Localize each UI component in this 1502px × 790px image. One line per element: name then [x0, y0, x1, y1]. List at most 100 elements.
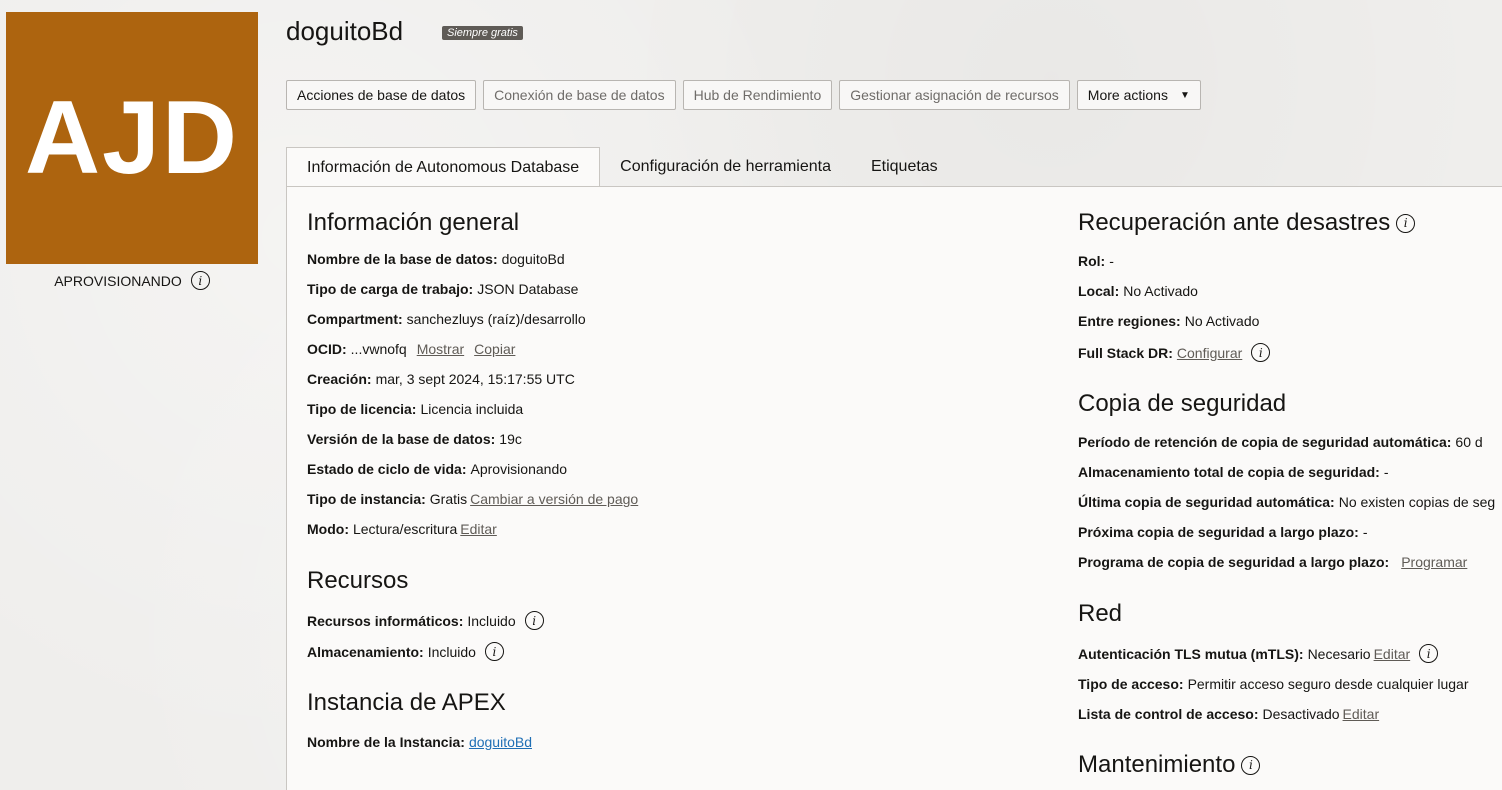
database-connection-button[interactable]: Conexión de base de datos — [483, 80, 676, 110]
lifecycle-row: Estado de ciclo de vida: Aprovisionando — [307, 461, 567, 477]
field-value: No existen copias de seg — [1338, 494, 1496, 510]
field-value: sanchezluys (raíz)/desarrollo — [406, 311, 586, 327]
database-logo: AJD — [6, 12, 258, 264]
version-row: Versión de la base de datos: 19c — [307, 431, 522, 447]
field-label: OCID: — [307, 341, 347, 357]
field-label: Autenticación TLS mutua (mTLS): — [1078, 645, 1304, 662]
field-value: Lectura/escritura — [352, 521, 458, 537]
field-value: doguitoBd — [501, 251, 565, 267]
status-label: APROVISIONANDO — [54, 272, 182, 289]
field-label: Última copia de seguridad automática: — [1078, 494, 1335, 510]
upgrade-to-paid-link[interactable]: Cambiar a versión de pago — [470, 491, 638, 507]
field-label: Programa de copia de seguridad a largo p… — [1078, 554, 1390, 570]
field-value: Licencia incluida — [420, 401, 524, 417]
info-icon[interactable]: i — [1419, 644, 1439, 663]
field-label: Tipo de licencia: — [307, 401, 417, 417]
field-value: JSON Database — [477, 281, 579, 297]
tab-bar: Información de Autonomous Database Confi… — [286, 147, 958, 187]
edit-mtls-link[interactable]: Editar — [1374, 646, 1411, 662]
field-label: Creación: — [307, 371, 372, 387]
schedule-backup-link[interactable]: Programar — [1401, 554, 1467, 570]
field-value: - — [1362, 524, 1368, 540]
mode-row: Modo: Lectura/escritura Editar — [307, 521, 497, 537]
field-value: Permitir acceso seguro desde cualquier l… — [1187, 676, 1469, 692]
field-label: Entre regiones: — [1078, 313, 1181, 329]
field-value: Incluido — [467, 612, 516, 629]
apex-heading: Instancia de APEX — [307, 689, 506, 717]
manage-resources-button[interactable]: Gestionar asignación de recursos — [839, 80, 1070, 110]
field-label: Nombre de la Instancia: — [307, 734, 465, 750]
backup-heading: Copia de seguridad — [1078, 390, 1286, 418]
tab-tool-configuration[interactable]: Configuración de herramienta — [600, 147, 851, 187]
field-label: Período de retención de copia de segurid… — [1078, 434, 1452, 450]
field-value: - — [1383, 464, 1389, 480]
access-type-row: Tipo de acceso: Permitir acceso seguro de… — [1078, 676, 1469, 692]
apex-instance-link[interactable]: doguitoBd — [469, 734, 532, 750]
tab-tags[interactable]: Etiquetas — [851, 147, 958, 187]
field-value: 19c — [499, 431, 522, 447]
info-icon[interactable]: i — [1396, 213, 1416, 233]
field-label: Versión de la base de datos: — [307, 431, 496, 447]
field-label: Tipo de instancia: — [307, 491, 426, 507]
backup-total-row: Almacenamiento total de copia de segurid… — [1078, 464, 1389, 480]
field-value: 60 d — [1455, 434, 1483, 450]
dr-cross-region-row: Entre regiones: No Activado — [1078, 313, 1259, 329]
field-value: Aprovisionando — [470, 461, 568, 477]
logo-text: AJD — [24, 79, 240, 196]
mtls-row: Autenticación TLS mutua (mTLS): Necesario… — [1078, 644, 1439, 663]
disaster-recovery-heading: Recuperación ante desastres i — [1078, 209, 1416, 237]
field-value: No Activado — [1184, 313, 1260, 329]
lifecycle-status: APROVISIONANDO i — [6, 271, 258, 290]
field-value: Necesario — [1307, 645, 1371, 662]
field-label: Modo: — [307, 521, 349, 537]
info-icon[interactable]: i — [190, 271, 210, 290]
field-label: Tipo de carga de trabajo: — [307, 281, 474, 297]
details-panel: Información general Nombre de la base de… — [286, 186, 1502, 790]
database-actions-button[interactable]: Acciones de base de datos — [286, 80, 477, 110]
backup-last-row: Última copia de seguridad automática: No … — [1078, 494, 1495, 510]
ocid-copy-link[interactable]: Copiar — [474, 341, 515, 357]
workload-row: Tipo de carga de trabajo: JSON Database — [307, 281, 578, 297]
info-icon[interactable]: i — [524, 611, 544, 630]
edit-mode-link[interactable]: Editar — [460, 521, 497, 537]
disaster-recovery-heading-text: Recuperación ante desastres — [1078, 209, 1391, 236]
resources-heading-text: Recursos — [307, 567, 409, 594]
ocid-show-link[interactable]: Mostrar — [417, 341, 464, 357]
field-value: Incluido — [427, 643, 476, 660]
info-icon[interactable]: i — [484, 642, 504, 661]
info-icon[interactable]: i — [1241, 755, 1261, 775]
edit-acl-link[interactable]: Editar — [1343, 706, 1380, 722]
db-name-row: Nombre de la base de datos: doguitoBd — [307, 251, 565, 267]
info-icon[interactable]: i — [1251, 343, 1271, 362]
compute-row: Recursos informáticos: Incluido i — [307, 611, 544, 630]
field-label: Próxima copia de seguridad a largo plazo… — [1078, 524, 1359, 540]
backup-retention-row: Período de retención de copia de segurid… — [1078, 434, 1483, 450]
field-value: - — [1109, 253, 1114, 269]
maintenance-heading-text: Mantenimiento — [1078, 751, 1236, 778]
backup-schedule-row: Programa de copia de seguridad a largo p… — [1078, 554, 1467, 570]
field-value: Gratis — [429, 491, 468, 507]
field-label: Compartment: — [307, 311, 403, 327]
network-heading-text: Red — [1078, 600, 1123, 627]
field-label: Lista de control de acceso: — [1078, 706, 1259, 722]
tab-database-info[interactable]: Información de Autonomous Database — [286, 147, 601, 187]
action-toolbar: Acciones de base de datos Conexión de ba… — [286, 80, 1201, 110]
field-value: mar, 3 sept 2024, 15:17:55 UTC — [375, 371, 575, 387]
configure-fsdr-link[interactable]: Configurar — [1177, 345, 1242, 361]
storage-row: Almacenamiento: Incluido i — [307, 642, 504, 661]
caret-down-icon: ▼ — [1179, 89, 1190, 101]
apex-name-row: Nombre de la Instancia: doguitoBd — [307, 734, 532, 750]
dr-fsdr-row: Full Stack DR: Configurar i — [1078, 343, 1271, 362]
apex-heading-text: Instancia de APEX — [307, 689, 506, 716]
backup-next-row: Próxima copia de seguridad a largo plazo… — [1078, 524, 1368, 540]
more-actions-button[interactable]: More actions ▼ — [1076, 80, 1201, 110]
field-value: ...vwnofq — [350, 341, 407, 357]
dr-role-row: Rol: - — [1078, 253, 1114, 269]
field-label: Nombre de la base de datos: — [307, 251, 498, 267]
general-info-heading: Información general — [307, 209, 519, 237]
field-label: Almacenamiento: — [307, 643, 424, 660]
field-label: Full Stack DR: — [1078, 344, 1173, 361]
field-label: Estado de ciclo de vida: — [307, 461, 467, 477]
maintenance-heading: Mantenimiento i — [1078, 751, 1261, 779]
performance-hub-button[interactable]: Hub de Rendimiento — [682, 80, 833, 110]
